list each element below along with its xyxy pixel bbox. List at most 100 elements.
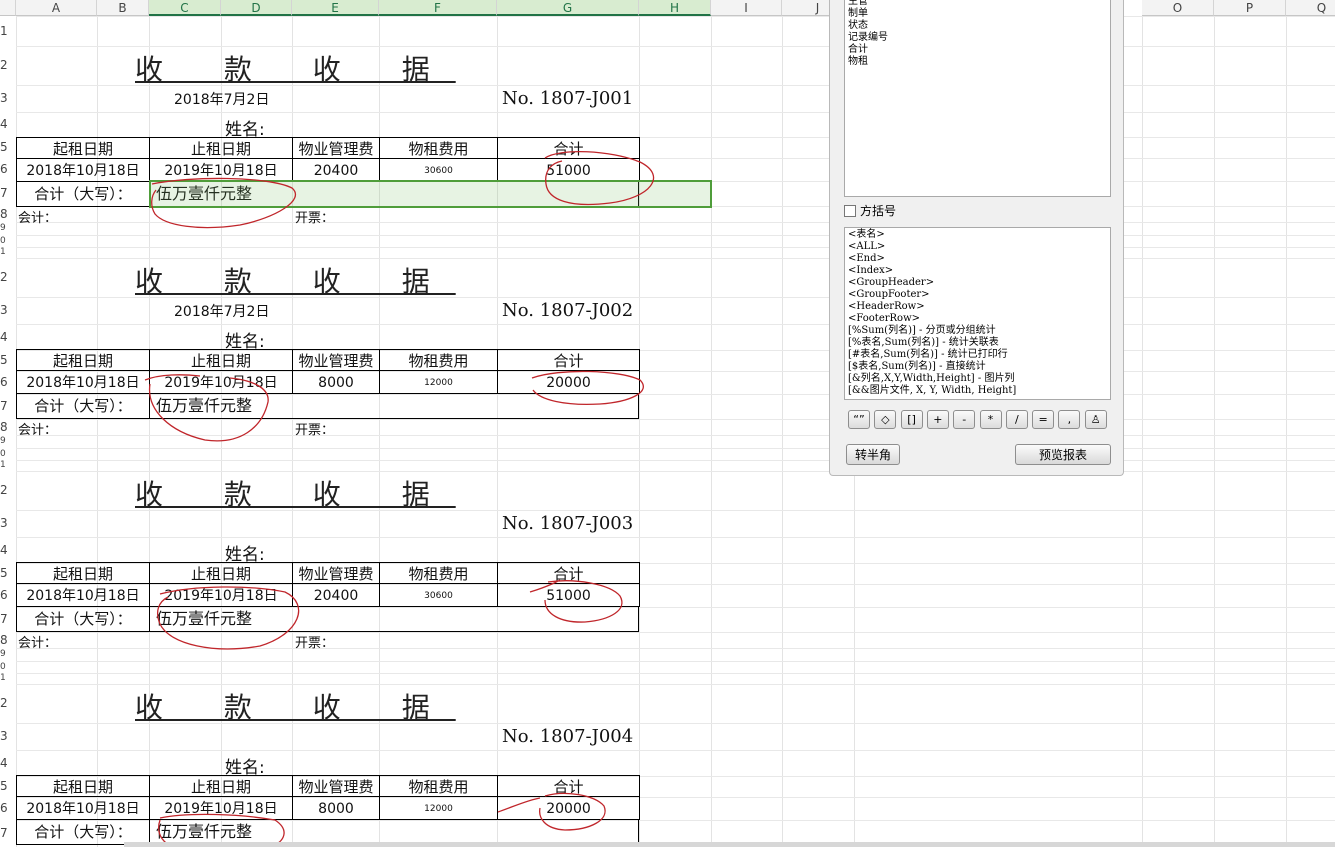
field-list-item[interactable]: 状态	[848, 20, 1107, 32]
field-list-item[interactable]: 物租	[848, 56, 1107, 68]
bracket-checkbox[interactable]: 方括号	[844, 202, 896, 219]
invoice-label: 开票：	[295, 636, 335, 651]
column-header[interactable]: D	[221, 0, 292, 16]
row-header[interactable]: 3	[0, 723, 16, 750]
field-list-item[interactable]: 记录编号	[848, 32, 1107, 44]
column-header[interactable]: A	[16, 0, 97, 16]
row-header[interactable]: 5	[0, 776, 16, 797]
corner-cell[interactable]	[0, 0, 16, 16]
row-header[interactable]: 1	[0, 247, 16, 258]
row-header[interactable]: 9	[0, 648, 16, 661]
syntax-list-item[interactable]: <Index>	[848, 265, 1107, 277]
row-header[interactable]: 0	[0, 661, 16, 673]
syntax-list-item[interactable]: <表名>	[848, 229, 1107, 241]
table-header-cell: 物业管理费	[292, 562, 380, 584]
table-data-cell: 51000	[497, 158, 640, 182]
row-header[interactable]: 8	[0, 419, 16, 435]
row-header[interactable]: 7	[0, 181, 16, 206]
row-header[interactable]: 1	[0, 673, 16, 684]
cell-selection[interactable]	[149, 180, 712, 208]
field-list-item[interactable]: 主管	[848, 0, 1107, 8]
row-header[interactable]: 2	[0, 471, 16, 510]
symbol-button[interactable]: -	[953, 410, 976, 429]
row-header[interactable]: 0	[0, 448, 16, 460]
horizontal-scrollbar[interactable]	[124, 842, 1335, 847]
row-header[interactable]: 5	[0, 563, 16, 584]
syntax-list-item[interactable]: <End>	[848, 253, 1107, 265]
row-gridline	[16, 673, 1335, 674]
row-header[interactable]: 4	[0, 750, 16, 776]
row-header[interactable]: 9	[0, 222, 16, 235]
syntax-list-item[interactable]: <HeaderRow>	[848, 301, 1107, 313]
syntax-list-item[interactable]: [%Sum(列名)] - 分页或分组统计	[848, 325, 1107, 337]
syntax-list-item[interactable]: <GroupFooter>	[848, 289, 1107, 301]
column-header[interactable]: Q	[1286, 0, 1335, 16]
column-header[interactable]: I	[711, 0, 782, 16]
symbol-button[interactable]: “”	[848, 410, 870, 429]
row-header[interactable]: 4	[0, 324, 16, 350]
syntax-list-item[interactable]: [&&图片文件, X, Y, Width, Height]	[848, 385, 1107, 397]
row-header[interactable]: 9	[0, 435, 16, 448]
table-data-cell: 2018年10月18日	[16, 158, 150, 182]
row-header[interactable]: 3	[0, 297, 16, 324]
column-header[interactable]: C	[149, 0, 221, 16]
row-header[interactable]: 6	[0, 371, 16, 394]
symbol-button[interactable]: =	[1032, 410, 1055, 429]
row-header[interactable]: 3	[0, 85, 16, 112]
column-header[interactable]: H	[639, 0, 711, 16]
row-header[interactable]: 8	[0, 632, 16, 648]
symbol-button[interactable]: []	[900, 410, 923, 429]
row-header[interactable]: 7	[0, 820, 16, 847]
syntax-list-item[interactable]: [&列名,X,Y,Width,Height] - 图片列	[848, 373, 1107, 385]
row-header[interactable]: 7	[0, 607, 16, 632]
symbol-button[interactable]: *	[979, 410, 1002, 429]
syntax-list-item[interactable]: [$表名,Sum(列名)] - 直接统计	[848, 361, 1107, 373]
table-header-cell: 合计	[497, 349, 640, 371]
row-header[interactable]: 0	[0, 235, 16, 247]
invoice-label: 开票：	[295, 423, 335, 438]
row-header[interactable]: 4	[0, 537, 16, 563]
column-header[interactable]: F	[379, 0, 497, 16]
syntax-list[interactable]: <表名> <ALL> <End> <Index> <GroupHeader> <Group…	[844, 227, 1111, 400]
column-header[interactable]: B	[97, 0, 149, 16]
row-header[interactable]: 1	[0, 460, 16, 471]
spreadsheet[interactable]: ABCDEFGHIJOPQ123456789012345678901234567…	[0, 0, 1335, 847]
row-gridline	[16, 632, 1335, 633]
row-header[interactable]: 4	[0, 112, 16, 137]
symbol-button[interactable]: ♙	[1084, 410, 1107, 429]
row-gridline	[16, 750, 1335, 751]
field-list[interactable]: 主管 制单 状态 记录编号 合计 物租	[844, 0, 1111, 197]
row-gridline	[16, 46, 1335, 47]
syntax-list-item[interactable]: <FooterRow>	[848, 313, 1107, 325]
row-header[interactable]: 3	[0, 510, 16, 537]
row-header[interactable]: 2	[0, 258, 16, 297]
syntax-list-item[interactable]: <ALL>	[848, 241, 1107, 253]
checkbox-box[interactable]	[844, 204, 856, 217]
field-list-item[interactable]: 合计	[848, 44, 1107, 56]
symbol-button[interactable]: ◇	[874, 410, 897, 429]
row-header[interactable]: 2	[0, 684, 16, 723]
syntax-list-item[interactable]: [#表名,Sum(列名)] - 统计已打印行	[848, 349, 1107, 361]
symbol-button[interactable]: ,	[1058, 410, 1081, 429]
row-header[interactable]: 6	[0, 158, 16, 181]
row-header[interactable]: 7	[0, 394, 16, 419]
convert-halfwidth-button[interactable]: 转半角	[846, 444, 900, 465]
row-header[interactable]: 2	[0, 46, 16, 85]
syntax-list-item[interactable]: <GroupHeader>	[848, 277, 1107, 289]
column-header[interactable]: O	[1142, 0, 1214, 16]
column-header[interactable]: G	[497, 0, 639, 16]
syntax-list-item[interactable]: [%表名,Sum(列名)] - 统计关联表	[848, 337, 1107, 349]
row-header[interactable]: 6	[0, 584, 16, 607]
column-header[interactable]: P	[1214, 0, 1286, 16]
row-header[interactable]: 5	[0, 137, 16, 158]
symbol-button[interactable]: /	[1005, 410, 1028, 429]
table-data-cell: 20400	[292, 583, 380, 607]
preview-report-button[interactable]: 预览报表	[1015, 444, 1111, 465]
column-header[interactable]: E	[292, 0, 379, 16]
field-list-item[interactable]: 制单	[848, 8, 1107, 20]
row-header[interactable]: 6	[0, 797, 16, 820]
row-header[interactable]: 5	[0, 350, 16, 371]
symbol-button[interactable]: +	[926, 410, 949, 429]
row-header[interactable]: 1	[0, 16, 16, 46]
row-header[interactable]: 8	[0, 206, 16, 222]
